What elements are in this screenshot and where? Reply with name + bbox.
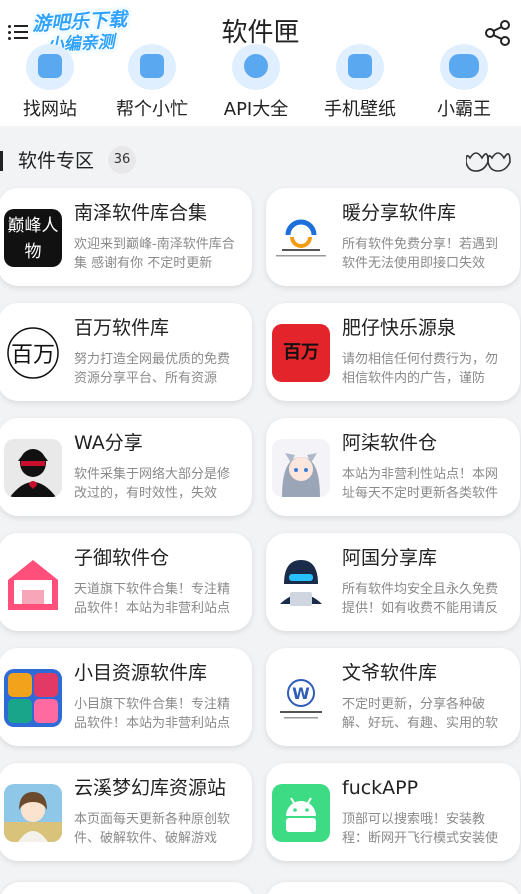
help-icon (128, 44, 176, 90)
card-title: 小目资源软件库 (74, 662, 208, 684)
software-card[interactable]: 阿国分享库所有软件均安全且永久免费提供！如有收费不能用请反馈 (266, 533, 520, 631)
app-icon (4, 554, 62, 612)
wallpaper-icon (336, 44, 384, 90)
card-description: 本页面每天更新各种原创软件、破解软件、破解游戏 (74, 812, 231, 846)
quick-link-label: API大全 (223, 99, 289, 120)
count-badge: 36 (108, 146, 136, 174)
app-icon (4, 784, 62, 842)
section-marker (0, 151, 3, 171)
api-icon (232, 44, 280, 90)
app-icon: 百万 (4, 324, 62, 382)
card-description: 欢迎来到巅峰-南泽软件库合集 感谢有你 不定时更新 (74, 237, 235, 271)
card-title: 文爷软件库 (342, 662, 438, 684)
app-icon: 百万 (272, 324, 330, 382)
icon-text: 百万 (11, 343, 55, 368)
card-description: 不定时更新，分享各种破解、好玩、有趣、实用的软件 (342, 697, 499, 731)
quick-link-help[interactable]: 帮个小忙 (104, 44, 200, 126)
card-title: 暖分享软件库 (342, 202, 457, 224)
card-title: 南泽软件库合集 (74, 202, 208, 224)
quick-link-label: 小霸王 (437, 99, 491, 120)
app-icon (4, 669, 62, 727)
card-title: 子御软件仓 (74, 547, 170, 569)
card-title: 阿柒软件仓 (342, 432, 438, 454)
card-title: 肥仔快乐源泉 (342, 317, 457, 339)
card-title: WA分享 (74, 432, 143, 454)
software-card[interactable]: 小目资源软件库小目旗下软件合集！专注精品软件！本站为非营利站点 (0, 648, 252, 746)
app-icon (272, 554, 330, 612)
card-description: 天道旗下软件合集！专注精品软件！本站为非营利站点 (74, 582, 231, 616)
card-title: 阿国分享库 (342, 547, 438, 569)
software-card[interactable]: 云溪梦幻库资源站本页面每天更新各种原创软件、破解软件、破解游戏 (0, 763, 252, 861)
quick-link-label: 帮个小忙 (116, 99, 188, 120)
app-icon (272, 784, 330, 842)
section-title: 软件专区 (18, 150, 95, 172)
icon-text: W (292, 684, 310, 703)
software-card[interactable]: 暖分享软件库所有软件免费分享！若遇到软件无法使用即接口失效 (266, 188, 520, 286)
card-description: 努力打造全网最优质的免费资源分享平台、所有资源 (74, 352, 231, 386)
card-description: 本站为非营利性站点！本网址每天不定时更新各类软件 (342, 467, 499, 501)
quick-link-gamepad[interactable]: 小霸王 (416, 44, 512, 126)
app-icon (4, 439, 62, 497)
software-card[interactable]: fuckAPP 顶部可以搜索哦！安装教程：断网开飞行模式安装使用 (266, 763, 520, 861)
card-title: 百万软件库 (74, 317, 170, 339)
quick-links: 找网站 帮个小忙 API大全 手机壁纸 小霸王 (0, 44, 521, 126)
share-icon[interactable] (484, 20, 512, 46)
flower-icon[interactable] (466, 150, 514, 172)
software-card[interactable]: 百万 百万软件库努力打造全网最优质的免费资源分享平台、所有资源 (0, 303, 252, 401)
software-card[interactable]: 百万 肥仔快乐源泉请勿相信任何付费行为，勿相信软件内的广告，谨防 (266, 303, 520, 401)
card-description: 顶部可以搜索哦！安装教程：断网开飞行模式安装使用 (342, 812, 499, 846)
app-icon (272, 439, 330, 497)
icon-text: 百万 (272, 324, 330, 382)
card-title: 云溪梦幻库资源站 (74, 777, 227, 799)
globe-icon (26, 44, 74, 90)
software-card[interactable]: 子御软件仓天道旗下软件合集！专注精品软件！本站为非营利站点 (0, 533, 252, 631)
card-description: 软件采集于网络大部分是修改过的，有时效性，失效 (74, 467, 231, 501)
card-description: 小目旗下软件合集！专注精品软件！本站为非营利站点 (74, 697, 231, 731)
quick-link-api[interactable]: API大全 (208, 44, 304, 126)
card-title: fuckAPP (342, 777, 419, 799)
app-icon (272, 209, 330, 267)
app-icon: 巅峰人物 (4, 209, 62, 267)
card-description: 所有软件均安全且永久免费提供！如有收费不能用请反馈 (342, 582, 499, 616)
software-card[interactable]: 巅峰人物 南泽软件库合集欢迎来到巅峰-南泽软件库合集 感谢有你 不定时更新 (0, 188, 252, 286)
quick-link-label: 找网站 (23, 99, 77, 120)
software-card[interactable]: W 文爷软件库不定时更新，分享各种破解、好玩、有趣、实用的软件 (266, 648, 520, 746)
gamepad-icon (440, 44, 488, 90)
software-card[interactable]: 阿柒软件仓本站为非营利性站点！本网址每天不定时更新各类软件 (266, 418, 520, 516)
quick-link-label: 手机壁纸 (324, 99, 396, 120)
icon-text: 巅峰人物 (4, 209, 62, 267)
software-card[interactable]: WA分享软件采集于网络大部分是修改过的，有时效性，失效 (0, 418, 252, 516)
card-description: 所有软件免费分享！若遇到软件无法使用即接口失效 (342, 237, 499, 271)
next-row-hint (0, 882, 521, 894)
app-icon: W (272, 669, 330, 727)
section-header: 软件专区 36 (0, 142, 521, 180)
card-description: 请勿相信任何付费行为，勿相信软件内的广告，谨防 (342, 352, 499, 386)
quick-link-find-site[interactable]: 找网站 (2, 44, 98, 126)
quick-link-wallpaper[interactable]: 手机壁纸 (312, 44, 408, 126)
